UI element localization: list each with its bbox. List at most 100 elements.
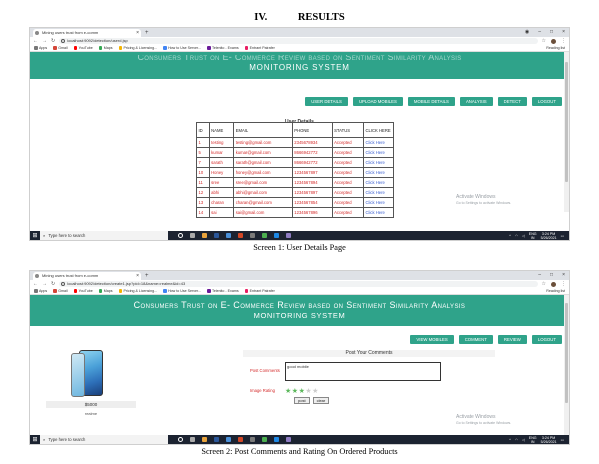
bookmark-item[interactable]: How to Use Server...	[163, 46, 201, 50]
bookmark-item[interactable]: How to Use Server...	[163, 289, 201, 293]
reading-list[interactable]: Reading list	[546, 46, 565, 50]
close-window-icon[interactable]: ×	[562, 28, 565, 37]
bookmark-item[interactable]: Maps	[98, 289, 113, 293]
file-explorer-icon[interactable]	[202, 437, 207, 442]
file-explorer-icon[interactable]	[202, 233, 207, 238]
chrome-icon[interactable]	[262, 437, 267, 442]
url-field[interactable]: localhost:9092/detection/userd.jsp	[59, 38, 538, 44]
menu-icon[interactable]: ⋮	[561, 38, 566, 44]
nav-button-view-mobiles[interactable]: VIEW MOBILES	[410, 335, 454, 344]
volume-icon[interactable]: ◁	[522, 234, 525, 238]
avatar[interactable]	[551, 38, 556, 44]
click-here-link[interactable]: Click Here	[363, 197, 394, 208]
bookmark-item[interactable]: YouTube	[73, 46, 93, 50]
bookmark-item[interactable]: YouTube	[73, 289, 93, 293]
profile-icon[interactable]: ◉	[525, 28, 529, 37]
star-icon[interactable]: ☆	[542, 38, 546, 44]
nav-button-detect[interactable]: DETECT	[497, 97, 527, 106]
maximize-icon[interactable]: □	[550, 271, 553, 280]
windows-start-icon[interactable]: ⊞	[30, 436, 40, 443]
chevron-up-icon[interactable]: ^	[509, 438, 511, 442]
star-rating[interactable]: ★★★★★	[285, 387, 319, 395]
minimize-icon[interactable]: –	[538, 28, 541, 37]
app-icon-2[interactable]	[274, 437, 279, 442]
app-icon-3[interactable]	[286, 437, 291, 442]
word-icon[interactable]	[214, 233, 219, 238]
notification-icon[interactable]: ▭	[561, 234, 564, 238]
wifi-icon[interactable]: ◠	[515, 438, 518, 442]
task-view-icon[interactable]	[190, 437, 195, 442]
star-icon[interactable]: ☆	[542, 281, 546, 287]
forward-icon[interactable]: →	[42, 280, 47, 288]
star-icon[interactable]: ★	[285, 388, 292, 395]
chevron-up-icon[interactable]: ^	[509, 234, 511, 238]
reload-icon[interactable]: ↻	[51, 280, 55, 288]
taskbar-search[interactable]: ⌕ Type here to search	[40, 231, 168, 240]
nav-button-user-details[interactable]: USER DETAILS	[305, 97, 348, 106]
click-here-link[interactable]: Click Here	[363, 137, 394, 148]
new-tab-icon[interactable]: +	[145, 29, 149, 37]
cortana-icon[interactable]	[178, 437, 183, 442]
nav-button-logout[interactable]: LOGOUT	[531, 97, 562, 106]
back-icon[interactable]: ←	[33, 280, 38, 288]
maximize-icon[interactable]: □	[550, 28, 553, 37]
windows-start-icon[interactable]: ⊞	[30, 232, 40, 239]
wifi-icon[interactable]: ◠	[515, 234, 518, 238]
menu-icon[interactable]: ⋮	[561, 281, 566, 287]
bookmark-item[interactable]: Pricing & Licensing...	[118, 289, 157, 293]
click-here-link[interactable]: Click Here	[363, 167, 394, 178]
comments-textarea[interactable]: good mobile	[285, 362, 441, 381]
bookmark-item[interactable]: Maps	[98, 46, 113, 50]
nav-button-analysis[interactable]: ANALYSIS	[459, 97, 493, 106]
click-here-link[interactable]: Click Here	[363, 157, 394, 168]
word-icon[interactable]	[214, 437, 219, 442]
chrome-icon[interactable]	[262, 233, 267, 238]
powerpoint-icon[interactable]	[238, 233, 243, 238]
post-button[interactable]: post	[294, 397, 310, 404]
new-tab-icon[interactable]: +	[145, 272, 149, 280]
close-window-icon[interactable]: ×	[562, 271, 565, 280]
star-icon[interactable]: ★	[292, 388, 299, 395]
click-here-link[interactable]: Click Here	[363, 177, 394, 188]
settings-icon[interactable]	[250, 233, 255, 238]
bookmark-item[interactable]: Gmail	[53, 289, 68, 293]
bookmark-item[interactable]: Apps	[34, 46, 47, 50]
app-icon[interactable]	[226, 437, 231, 442]
product-image[interactable]	[71, 350, 103, 397]
reload-icon[interactable]: ↻	[51, 37, 55, 45]
close-icon[interactable]: ×	[136, 272, 139, 280]
nav-button-review[interactable]: REVIEW	[497, 335, 527, 344]
browser-tab[interactable]: Mining users trust from e-comm ×	[33, 29, 141, 37]
bookmark-item[interactable]: Entrant Pairafer	[244, 46, 275, 50]
taskbar-search[interactable]: ⌕ Type here to search	[40, 435, 168, 444]
clock[interactable]: 3:24 PM 5/26/2021	[541, 436, 557, 444]
bookmark-item[interactable]: Telenito - Exams	[207, 289, 239, 293]
product-card[interactable]: $5000 realme	[46, 350, 136, 416]
click-here-link[interactable]: Click Here	[363, 147, 394, 158]
avatar[interactable]	[551, 281, 556, 287]
volume-icon[interactable]: ◁	[522, 438, 525, 442]
star-icon[interactable]: ★	[312, 388, 319, 395]
forward-icon[interactable]: →	[42, 37, 47, 45]
clear-button[interactable]: clear	[312, 397, 330, 404]
app-icon-3[interactable]	[286, 233, 291, 238]
notification-icon[interactable]: ▭	[561, 438, 564, 442]
click-here-link[interactable]: Click Here	[363, 207, 394, 218]
cortana-icon[interactable]	[178, 233, 183, 238]
nav-button-comment[interactable]: COMMENT	[458, 335, 493, 344]
powerpoint-icon[interactable]	[238, 437, 243, 442]
app-icon[interactable]	[226, 233, 231, 238]
minimize-icon[interactable]: –	[538, 271, 541, 280]
bookmark-item[interactable]: Pricing & Licensing...	[118, 46, 157, 50]
nav-button-logout[interactable]: LOGOUT	[531, 335, 562, 344]
settings-icon[interactable]	[250, 437, 255, 442]
app-icon-2[interactable]	[274, 233, 279, 238]
clock[interactable]: 3:24 PM 5/26/2021	[541, 232, 557, 240]
nav-button-upload-mobiles[interactable]: UPLOAD MOBILES	[352, 97, 403, 106]
close-icon[interactable]: ×	[136, 29, 139, 37]
scrollbar[interactable]	[564, 52, 569, 212]
task-view-icon[interactable]	[190, 233, 195, 238]
browser-tab[interactable]: Mining users trust from e-comm ×	[33, 272, 141, 280]
bookmark-item[interactable]: Gmail	[53, 46, 68, 50]
bookmark-item[interactable]: Apps	[34, 289, 47, 293]
